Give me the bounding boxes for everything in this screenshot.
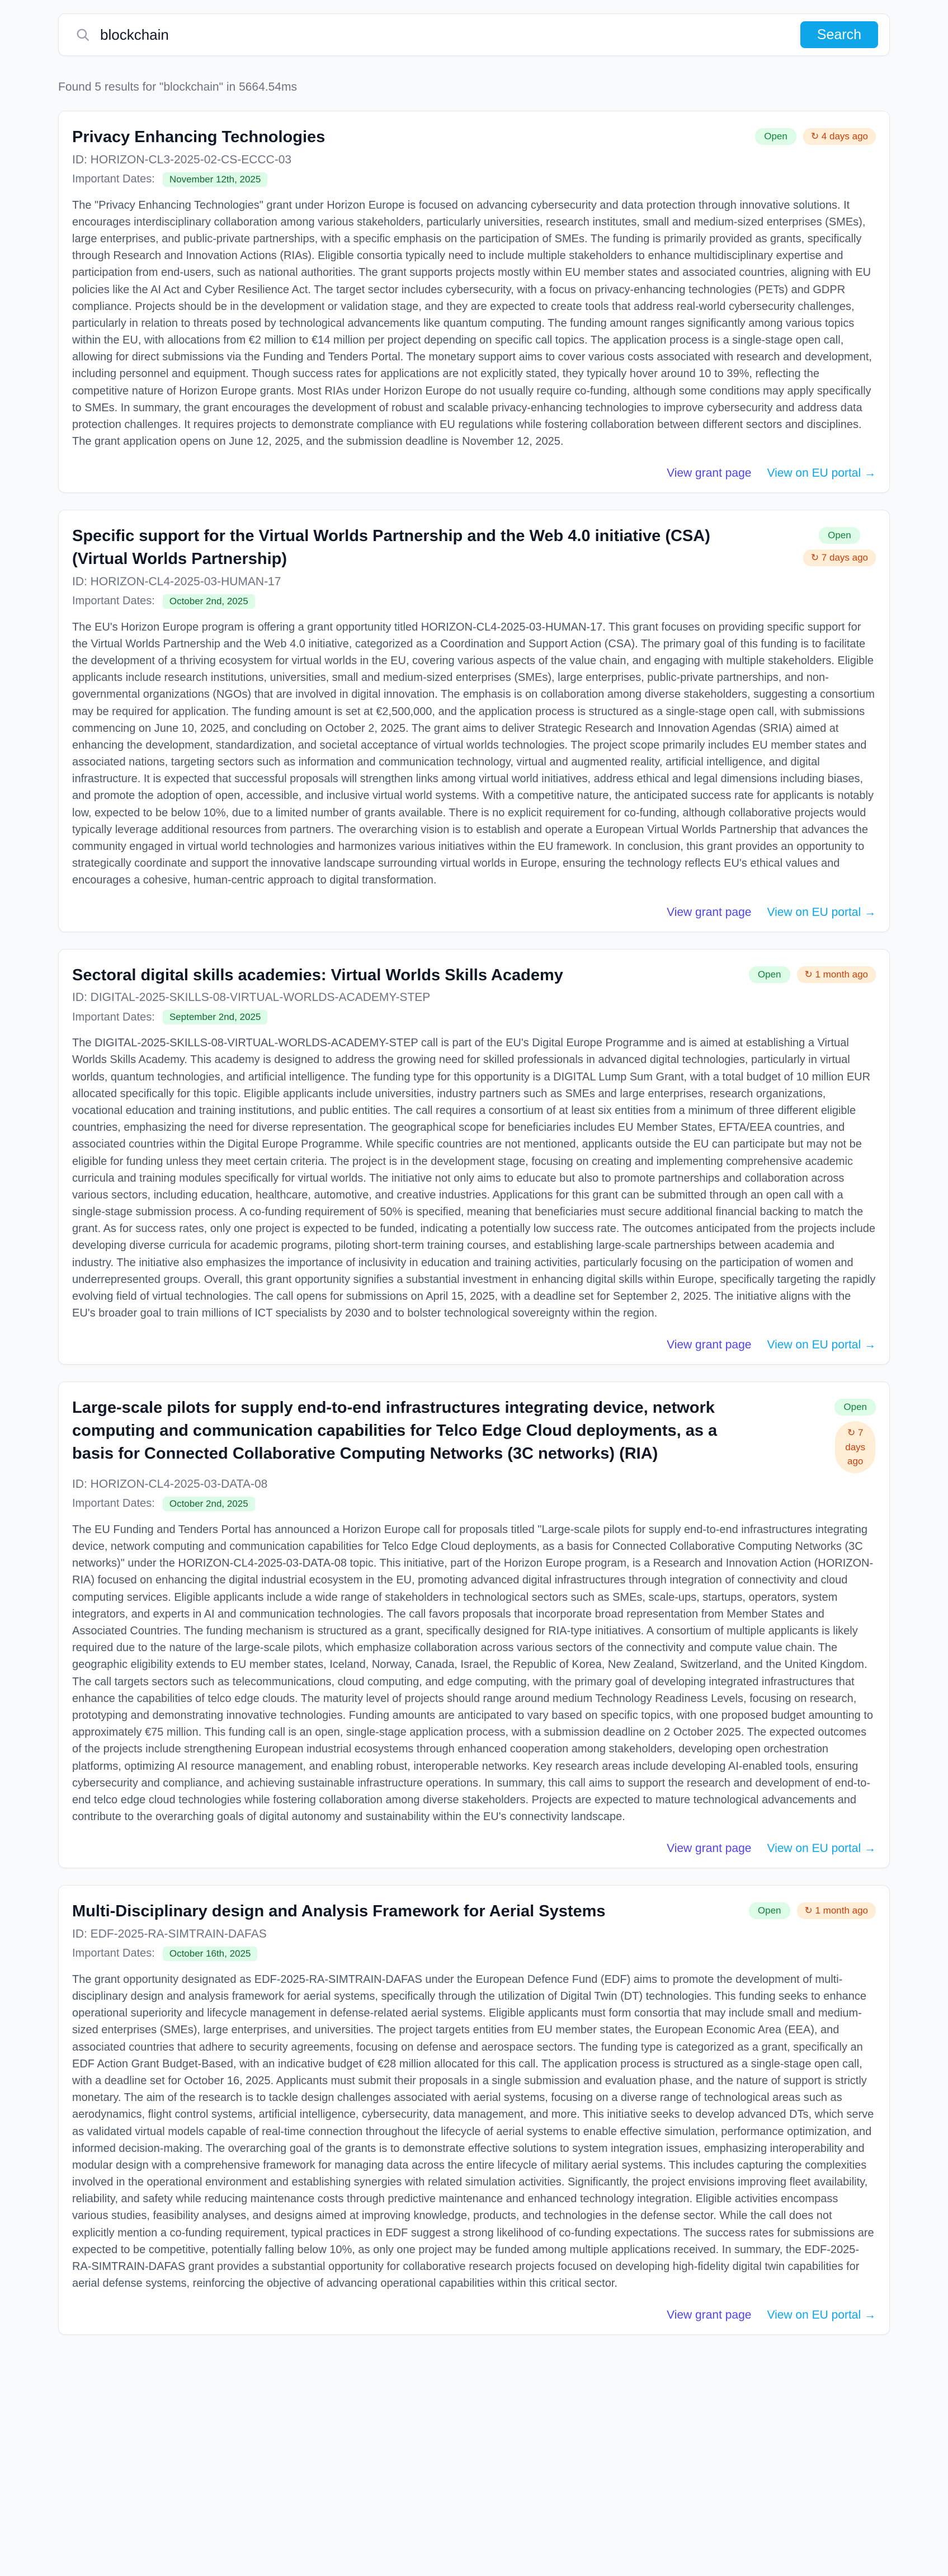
view-grant-link[interactable]: View grant page: [667, 2309, 751, 2322]
updated-badge: ↻ 7 days ago: [803, 549, 876, 567]
card-actions: View grant page View on EU portal →: [72, 467, 876, 480]
results-summary: Found 5 results for "blockchain" in 5664…: [58, 81, 297, 93]
grant-description: The grant opportunity designated as EDF-…: [72, 1973, 874, 2290]
status-badges: Open ↻ 7 days ago: [834, 1399, 876, 1473]
result-title[interactable]: Large-scale pilots for supply end-to-end…: [72, 1397, 743, 1465]
view-grant-link[interactable]: View grant page: [667, 1338, 751, 1352]
deadline-date: October 16th, 2025: [162, 1946, 258, 1961]
search-icon: [76, 27, 90, 42]
search-bar: Search: [58, 13, 890, 56]
grant-description: The EU's Horizon Europe program is offer…: [72, 621, 875, 887]
grant-description: The "Privacy Enhancing Technologies" gra…: [72, 199, 872, 448]
deadline-date: November 12th, 2025: [162, 172, 268, 187]
result-card: Sectoral digital skills academies: Virtu…: [58, 948, 890, 1365]
view-eu-portal-link[interactable]: View on EU portal →: [767, 2309, 876, 2322]
view-eu-portal-link[interactable]: View on EU portal →: [767, 467, 876, 480]
updated-badge: ↻ 4 days ago: [803, 128, 876, 145]
open-badge: Open: [819, 527, 860, 544]
card-actions: View grant page View on EU portal →: [72, 1842, 876, 1855]
result-card: Specific support for the Virtual Worlds …: [58, 510, 890, 932]
updated-badge: ↻ 1 month ago: [796, 1902, 876, 1920]
page-container: Search Found 5 results for "blockchain" …: [58, 0, 890, 2374]
card-actions: View grant page View on EU portal →: [72, 906, 876, 919]
card-actions: View grant page View on EU portal →: [72, 1338, 876, 1352]
dates-label: Important Dates:: [72, 1010, 155, 1023]
deadline-date: September 2nd, 2025: [162, 1010, 268, 1025]
grant-id: ID: HORIZON-CL4-2025-03-HUMAN-17: [72, 575, 281, 588]
result-title[interactable]: Specific support for the Virtual Worlds …: [72, 525, 743, 570]
status-badges: Open ↻ 4 days ago: [755, 128, 876, 145]
open-badge: Open: [834, 1399, 876, 1416]
grant-id: ID: HORIZON-CL4-2025-03-DATA-08: [72, 1477, 268, 1491]
dates-label: Important Dates:: [72, 595, 155, 608]
deadline-date: October 2nd, 2025: [162, 594, 255, 609]
view-grant-link[interactable]: View grant page: [667, 467, 751, 480]
status-badges: Open ↻ 1 month ago: [748, 966, 876, 983]
open-badge: Open: [748, 1902, 790, 1920]
important-dates: Important Dates: November 12th, 2025: [72, 172, 876, 187]
updated-badge: ↻ 1 month ago: [796, 966, 876, 983]
deadline-date: October 2nd, 2025: [162, 1496, 255, 1511]
updated-badge: ↻ 7 days ago: [835, 1421, 876, 1473]
result-title[interactable]: Sectoral digital skills academies: Virtu…: [72, 964, 563, 987]
card-actions: View grant page View on EU portal →: [72, 2309, 876, 2322]
grant-id: ID: EDF-2025-RA-SIMTRAIN-DAFAS: [72, 1927, 267, 1940]
result-card: Privacy Enhancing Technologies Open ↻ 4 …: [58, 111, 890, 493]
grant-id: ID: HORIZON-CL3-2025-02-CS-ECCC-03: [72, 153, 292, 166]
dates-label: Important Dates:: [72, 1497, 155, 1510]
search-button[interactable]: Search: [800, 21, 878, 48]
result-card: Multi-Disciplinary design and Analysis F…: [58, 1885, 890, 2335]
view-eu-portal-link[interactable]: View on EU portal →: [767, 906, 876, 919]
dates-label: Important Dates:: [72, 1947, 155, 1960]
grant-id: ID: DIGITAL-2025-SKILLS-08-VIRTUAL-WORLD…: [72, 991, 431, 1004]
grant-description: The DIGITAL-2025-SKILLS-08-VIRTUAL-WORLD…: [72, 1037, 876, 1320]
dates-label: Important Dates:: [72, 173, 155, 186]
important-dates: Important Dates: October 2nd, 2025: [72, 594, 876, 609]
status-badges: Open ↻ 7 days ago: [803, 527, 876, 567]
status-badges: Open ↻ 1 month ago: [748, 1902, 876, 1920]
open-badge: Open: [748, 966, 790, 983]
important-dates: Important Dates: October 2nd, 2025: [72, 1496, 876, 1511]
important-dates: Important Dates: September 2nd, 2025: [72, 1010, 876, 1025]
result-title[interactable]: Privacy Enhancing Technologies: [72, 126, 325, 149]
view-grant-link[interactable]: View grant page: [667, 1842, 751, 1855]
important-dates: Important Dates: October 16th, 2025: [72, 1946, 876, 1961]
view-eu-portal-link[interactable]: View on EU portal →: [767, 1842, 876, 1855]
result-card: Large-scale pilots for supply end-to-end…: [58, 1381, 890, 1869]
view-grant-link[interactable]: View grant page: [667, 906, 751, 919]
grant-description: The EU Funding and Tenders Portal has an…: [72, 1523, 874, 1823]
view-eu-portal-link[interactable]: View on EU portal →: [767, 1338, 876, 1352]
open-badge: Open: [755, 128, 796, 145]
result-title[interactable]: Multi-Disciplinary design and Analysis F…: [72, 1900, 606, 1923]
search-input[interactable]: [99, 25, 800, 44]
